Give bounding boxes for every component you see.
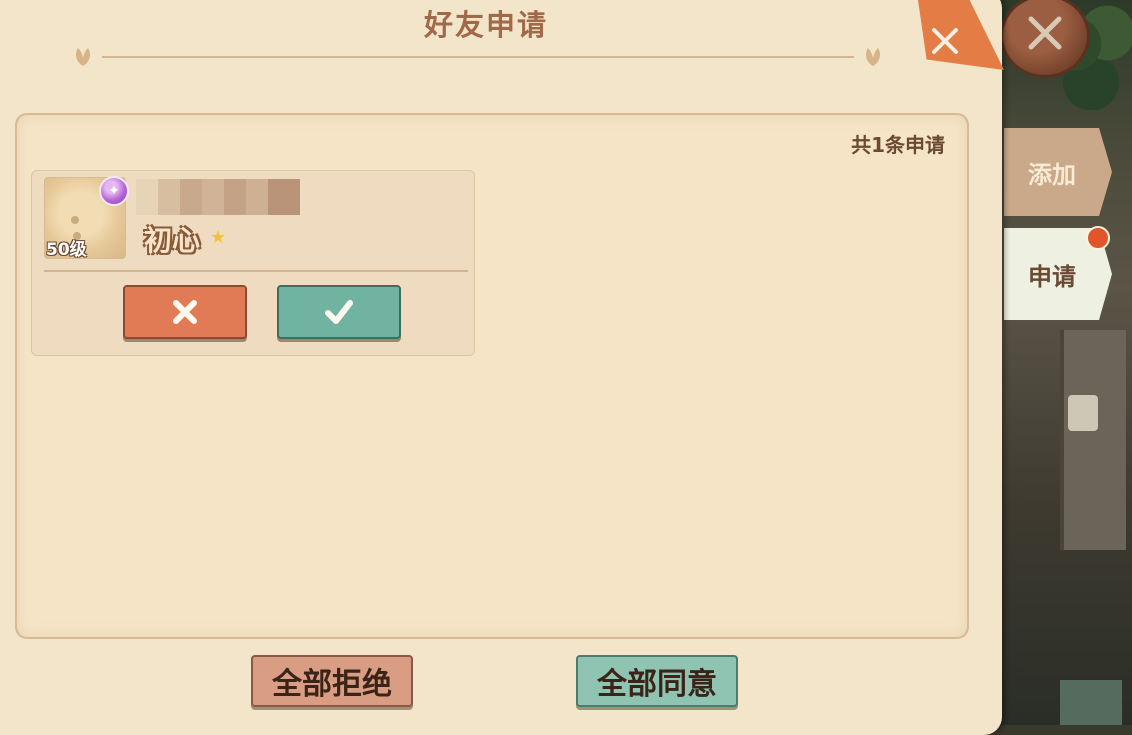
background-scenery	[990, 0, 1132, 725]
notification-dot	[1086, 226, 1110, 250]
accept-button[interactable]	[277, 285, 401, 339]
tab-add-label: 添加	[1028, 160, 1076, 189]
tab-apply-label: 申请	[1028, 262, 1076, 291]
leaf-ornament-icon	[75, 48, 91, 66]
reject-button[interactable]	[123, 285, 247, 339]
accept-all-button[interactable]: 全部同意	[576, 655, 738, 707]
page-title: 好友申请	[423, 8, 548, 42]
sparkle-badge-icon: ✦	[99, 176, 129, 206]
close-icon[interactable]	[928, 24, 962, 58]
plate-decoration	[1068, 395, 1098, 431]
blurred-name	[136, 179, 300, 215]
request-card: ✦ 50级 初心 ★	[31, 170, 475, 356]
checkmark-icon	[325, 300, 353, 324]
x-icon	[173, 300, 197, 324]
leaf-ornament-icon	[865, 48, 881, 66]
request-count: 共1条申请	[851, 133, 945, 157]
player-nickname: 初心	[144, 224, 201, 257]
avatar-eye	[71, 216, 79, 224]
card-divider	[44, 270, 468, 272]
star-icon: ★	[210, 227, 227, 248]
floor-decoration	[1060, 680, 1122, 725]
close-icon	[1028, 16, 1062, 50]
shelf-decoration	[1060, 330, 1126, 550]
title-divider	[102, 56, 854, 58]
request-list: 共1条申请 ✦ 50级 初心 ★	[15, 113, 969, 639]
player-level: 50级	[46, 240, 87, 260]
reject-all-button[interactable]: 全部拒绝	[251, 655, 413, 707]
tab-add[interactable]: 添加	[1004, 128, 1112, 216]
